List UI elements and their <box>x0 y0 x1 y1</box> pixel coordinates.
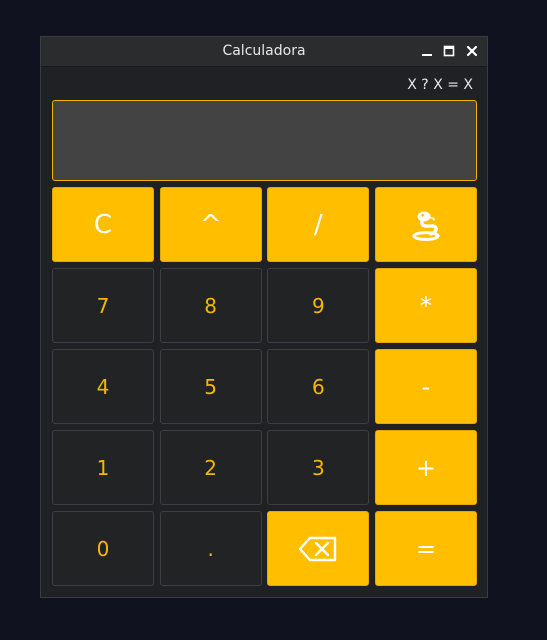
digit-6-button[interactable]: 6 <box>267 349 370 424</box>
title-bar[interactable]: Calculadora <box>41 37 487 67</box>
result-display[interactable] <box>52 100 477 181</box>
backspace-button[interactable] <box>267 511 370 586</box>
expression-hint: X ? X = X <box>407 77 473 93</box>
equals-button[interactable]: = <box>374 511 477 586</box>
minimize-button[interactable] <box>418 42 436 60</box>
close-icon <box>466 45 478 57</box>
digit-2-button[interactable]: 2 <box>159 430 262 505</box>
digit-7-button[interactable]: 7 <box>52 268 154 343</box>
minus-button[interactable]: - <box>374 349 477 424</box>
digit-4-button[interactable]: 4 <box>52 349 154 424</box>
decimal-point-button[interactable]: . <box>159 511 262 586</box>
plus-button[interactable]: + <box>374 430 477 505</box>
calculator-window: Calculadora X ? X = X C ^ / 7 8 9 * 4 5 … <box>40 36 488 598</box>
digit-8-button[interactable]: 8 <box>159 268 262 343</box>
backspace-icon <box>299 536 337 561</box>
maximize-button[interactable] <box>440 42 458 60</box>
snake-icon <box>412 211 440 241</box>
close-button[interactable] <box>463 42 481 60</box>
digit-1-button[interactable]: 1 <box>52 430 154 505</box>
digit-5-button[interactable]: 5 <box>159 349 262 424</box>
clear-button[interactable]: C <box>52 187 154 262</box>
divide-button[interactable]: / <box>267 187 370 262</box>
minimize-icon <box>422 54 432 56</box>
python-button[interactable] <box>374 187 477 262</box>
keypad: C ^ / 7 8 9 * 4 5 6 - 1 2 3 + 0 . = <box>52 187 477 586</box>
power-button[interactable]: ^ <box>159 187 262 262</box>
maximize-icon <box>443 45 455 57</box>
multiply-button[interactable]: * <box>374 268 477 343</box>
digit-0-button[interactable]: 0 <box>52 511 154 586</box>
digit-3-button[interactable]: 3 <box>267 430 370 505</box>
digit-9-button[interactable]: 9 <box>267 268 370 343</box>
